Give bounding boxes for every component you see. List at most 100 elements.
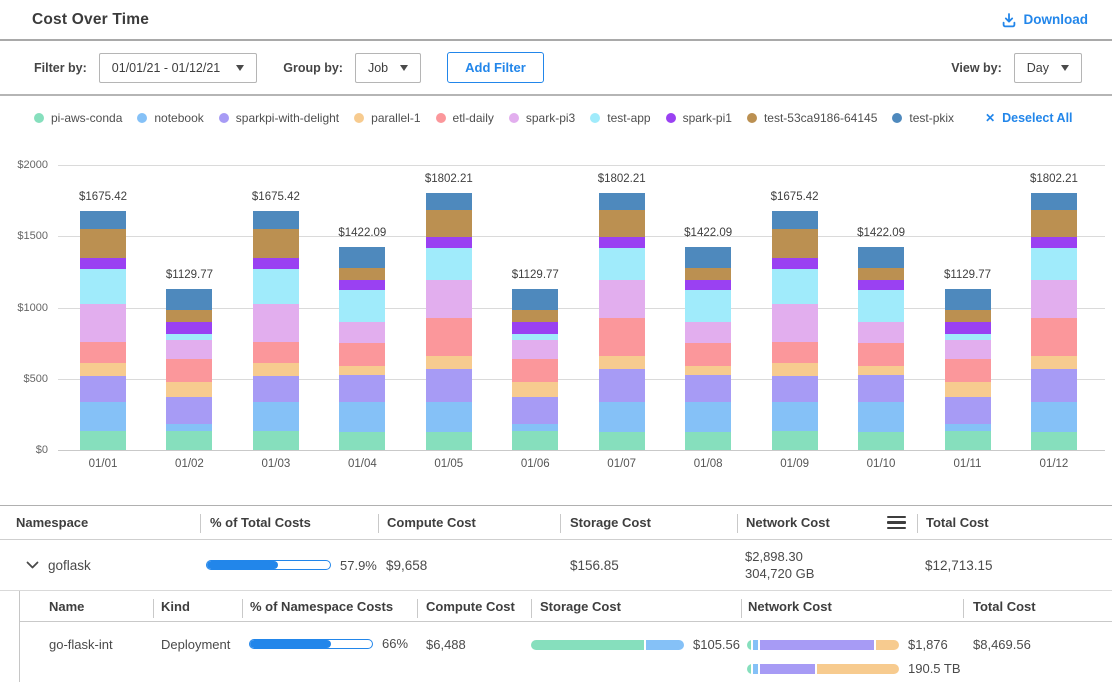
bar-segment-spark-pi3[interactable] <box>166 340 212 359</box>
bar-segment-test-app[interactable] <box>166 334 212 340</box>
column-menu-icon[interactable] <box>887 516 906 530</box>
bar-segment-test-app[interactable] <box>426 248 472 280</box>
bar-segment-spark-pi1[interactable] <box>599 237 645 249</box>
bar-segment-sparkpi-with-delight[interactable] <box>512 397 558 424</box>
bar-segment-notebook[interactable] <box>1031 402 1077 432</box>
bar-segment-sparkpi-with-delight[interactable] <box>858 375 904 402</box>
bar-segment-test-53ca9186-64145[interactable] <box>80 229 126 258</box>
bar-segment-spark-pi1[interactable] <box>253 258 299 268</box>
bar-segment-notebook[interactable] <box>339 402 385 432</box>
bar-segment-notebook[interactable] <box>512 424 558 431</box>
col-name[interactable]: Name <box>20 591 153 621</box>
bar-segment-test-app[interactable] <box>1031 248 1077 280</box>
bar-segment-sparkpi-with-delight[interactable] <box>945 397 991 424</box>
legend-item-spark-pi3[interactable]: spark-pi3 <box>509 111 575 125</box>
bar-segment-parallel-1[interactable] <box>772 363 818 377</box>
bar-segment-spark-pi1[interactable] <box>945 322 991 334</box>
bar-segment-spark-pi1[interactable] <box>426 237 472 249</box>
bar-segment-parallel-1[interactable] <box>945 382 991 397</box>
bar-segment-test-53ca9186-64145[interactable] <box>945 310 991 323</box>
bar-segment-spark-pi3[interactable] <box>945 340 991 359</box>
legend-item-test-app[interactable]: test-app <box>590 111 650 125</box>
chevron-down-icon[interactable] <box>26 561 39 569</box>
bar-segment-spark-pi1[interactable] <box>685 280 731 290</box>
bar-segment-sparkpi-with-delight[interactable] <box>426 369 472 402</box>
bar-segment-spark-pi1[interactable] <box>80 258 126 268</box>
bar-segment-pi-aws-conda[interactable] <box>1031 432 1077 450</box>
col-total-cost[interactable]: Total Cost <box>917 506 1112 539</box>
bar-segment-parallel-1[interactable] <box>858 366 904 375</box>
bar-segment-notebook[interactable] <box>945 424 991 431</box>
bar-segment-spark-pi3[interactable] <box>858 322 904 343</box>
bar-segment-spark-pi3[interactable] <box>253 304 299 343</box>
bar-segment-test-pkix[interactable] <box>685 247 731 268</box>
bar-segment-test-53ca9186-64145[interactable] <box>339 268 385 280</box>
col-compute-cost[interactable]: Compute Cost <box>378 506 560 539</box>
bar-segment-spark-pi1[interactable] <box>772 258 818 268</box>
bar-segment-parallel-1[interactable] <box>1031 356 1077 369</box>
bar-segment-etl-daily[interactable] <box>599 318 645 356</box>
legend-item-etl-daily[interactable]: etl-daily <box>436 111 494 125</box>
bar-segment-test-app[interactable] <box>512 334 558 340</box>
deselect-all-button[interactable]: ✕Deselect All <box>985 111 1072 125</box>
bar-segment-notebook[interactable] <box>80 402 126 431</box>
bar-segment-spark-pi3[interactable] <box>512 340 558 359</box>
bar-segment-etl-daily[interactable] <box>166 359 212 381</box>
legend-item-pi-aws-conda[interactable]: pi-aws-conda <box>34 111 122 125</box>
bar-segment-test-app[interactable] <box>599 248 645 280</box>
bar-segment-sparkpi-with-delight[interactable] <box>80 376 126 402</box>
bar-segment-sparkpi-with-delight[interactable] <box>599 369 645 402</box>
bar-segment-test-53ca9186-64145[interactable] <box>685 268 731 280</box>
bar-segment-test-pkix[interactable] <box>772 211 818 228</box>
group-by-dropdown[interactable]: Job <box>355 53 421 83</box>
bar-segment-notebook[interactable] <box>253 402 299 431</box>
bar-segment-test-pkix[interactable] <box>166 289 212 310</box>
legend-item-notebook[interactable]: notebook <box>137 111 203 125</box>
bar-segment-spark-pi1[interactable] <box>339 280 385 290</box>
bar-segment-test-pkix[interactable] <box>426 193 472 210</box>
bar-segment-pi-aws-conda[interactable] <box>945 431 991 450</box>
col-network-cost[interactable]: Network Cost <box>741 591 963 621</box>
bar-segment-parallel-1[interactable] <box>339 366 385 375</box>
table-row-goflask[interactable]: goflask 57.9% $9,658 $156.85 $2,898.30 3… <box>0 540 1112 591</box>
bar-segment-test-53ca9186-64145[interactable] <box>772 229 818 258</box>
col-storage-cost[interactable]: Storage Cost <box>560 506 737 539</box>
bar-segment-test-pkix[interactable] <box>1031 193 1077 210</box>
bar-segment-test-app[interactable] <box>685 290 731 322</box>
bar-segment-test-53ca9186-64145[interactable] <box>166 310 212 323</box>
bar-segment-spark-pi3[interactable] <box>772 304 818 343</box>
bar-segment-sparkpi-with-delight[interactable] <box>253 376 299 402</box>
legend-item-test-pkix[interactable]: test-pkix <box>892 111 954 125</box>
bar-segment-test-app[interactable] <box>253 269 299 304</box>
bar-segment-spark-pi3[interactable] <box>599 280 645 318</box>
bar-segment-etl-daily[interactable] <box>772 342 818 362</box>
bar-segment-test-53ca9186-64145[interactable] <box>253 229 299 258</box>
bar-segment-test-app[interactable] <box>858 290 904 322</box>
bar-segment-pi-aws-conda[interactable] <box>80 431 126 450</box>
bar-segment-pi-aws-conda[interactable] <box>166 431 212 450</box>
bar-segment-test-53ca9186-64145[interactable] <box>512 310 558 323</box>
bar-segment-test-pkix[interactable] <box>339 247 385 268</box>
bar-segment-spark-pi3[interactable] <box>685 322 731 343</box>
bar-segment-sparkpi-with-delight[interactable] <box>685 375 731 402</box>
bar-segment-etl-daily[interactable] <box>945 359 991 381</box>
view-by-dropdown[interactable]: Day <box>1014 53 1082 83</box>
bar-segment-test-pkix[interactable] <box>945 289 991 310</box>
bar-segment-spark-pi1[interactable] <box>858 280 904 290</box>
bar-segment-etl-daily[interactable] <box>512 359 558 381</box>
bar-segment-pi-aws-conda[interactable] <box>512 431 558 450</box>
bar-segment-pi-aws-conda[interactable] <box>426 432 472 450</box>
col-pct-total-costs[interactable]: % of Total Costs <box>200 506 378 539</box>
bar-segment-notebook[interactable] <box>166 424 212 431</box>
namespace-cell[interactable]: goflask <box>0 558 200 573</box>
bar-segment-test-app[interactable] <box>80 269 126 304</box>
bar-segment-pi-aws-conda[interactable] <box>772 431 818 450</box>
bar-segment-pi-aws-conda[interactable] <box>599 432 645 450</box>
date-range-dropdown[interactable]: 01/01/21 - 01/12/21 <box>99 53 257 83</box>
bar-segment-sparkpi-with-delight[interactable] <box>772 376 818 402</box>
legend-item-test-53ca9186-64145[interactable]: test-53ca9186-64145 <box>747 111 877 125</box>
bar-segment-test-app[interactable] <box>772 269 818 304</box>
col-total-cost[interactable]: Total Cost <box>963 591 1112 621</box>
bar-segment-parallel-1[interactable] <box>253 363 299 377</box>
legend-item-spark-pi1[interactable]: spark-pi1 <box>666 111 732 125</box>
